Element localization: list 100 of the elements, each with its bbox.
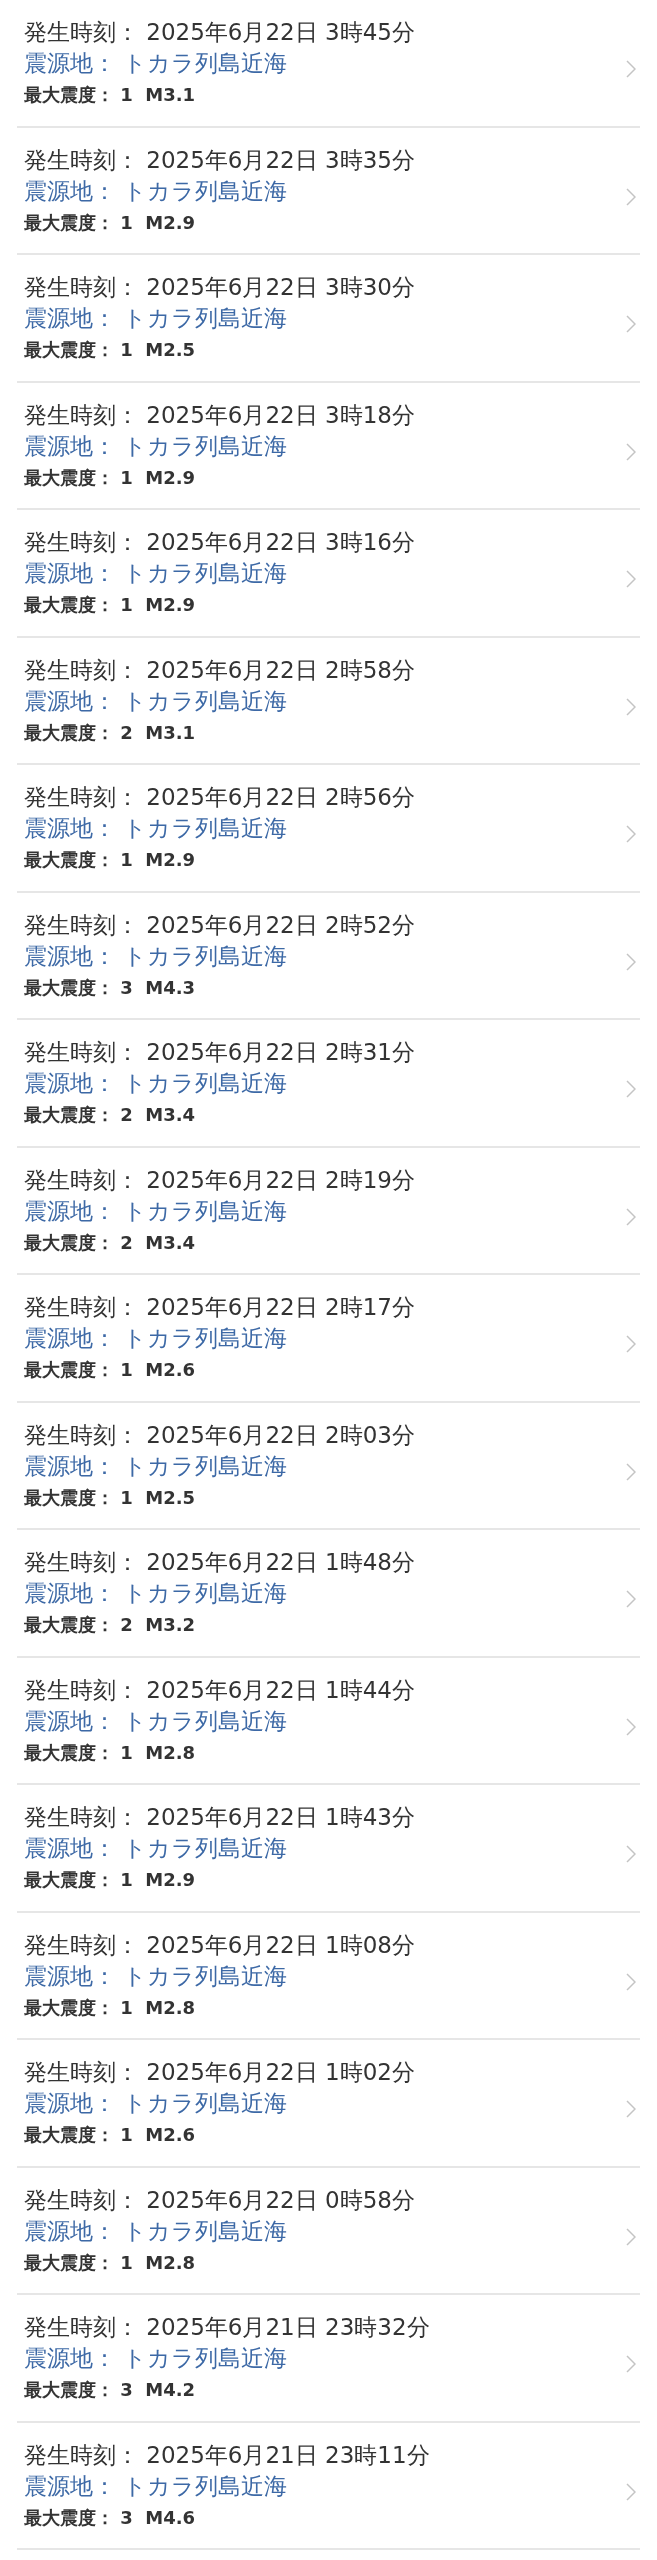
epicenter-text: 震源地： トカラ列島近海 xyxy=(24,1196,289,1226)
occurrence-time: 発生時刻： 2025年6月22日 2時19分 xyxy=(24,1165,416,1195)
intensity-magnitude: 最大震度： 1 M3.1 xyxy=(24,83,197,107)
epicenter-text: 震源地： トカラ列島近海 xyxy=(24,686,289,716)
occurrence-time: 発生時刻： 2025年6月22日 2時58分 xyxy=(24,655,416,685)
chevron-right-icon xyxy=(626,187,636,206)
chevron-right-icon xyxy=(626,1207,636,1226)
occurrence-time: 発生時刻： 2025年6月21日 23時32分 xyxy=(24,2313,431,2342)
chevron-right-icon xyxy=(626,315,636,333)
earthquake-list-item[interactable]: 発生時刻： 2025年6月22日 1時08分 震源地： トカラ列島近海 最大震度： 1 M2.8 xyxy=(17,1912,640,2040)
earthquake-list-item[interactable]: 発生時刻： 2025年6月22日 1時48分 震源地： トカラ列島近海 最大震度： 2 M3.2 xyxy=(17,1530,640,1658)
chevron-right-icon xyxy=(626,1972,636,1991)
earthquake-list-item[interactable]: 発生時刻： 2025年6月22日 2時19分 震源地： トカラ列島近海 最大震度： 2 M3.4 xyxy=(17,1147,640,1275)
earthquake-list-item[interactable]: 発生時刻： 2025年6月22日 2時52分 震源地： トカラ列島近海 最大震度： 3 M4.3 xyxy=(17,892,640,1020)
intensity-magnitude: 最大震度： 1 M2.8 xyxy=(24,2250,197,2275)
earthquake-list-item[interactable]: 発生時刻： 2025年6月22日 2時17分 震源地： トカラ列島近海 最大震度： 1 M2.6 xyxy=(17,1275,640,1403)
chevron-right-icon xyxy=(626,1080,636,1098)
epicenter-text: 震源地： トカラ列島近海 xyxy=(24,814,289,843)
occurrence-time: 発生時刻： 2025年6月22日 1時43分 xyxy=(24,1803,416,1832)
intensity-magnitude: 最大震度： 1 M2.9 xyxy=(24,210,197,235)
occurrence-time: 発生時刻： 2025年6月21日 23時11分 xyxy=(24,2440,431,2470)
epicenter-text: 震源地： トカラ列島近海 xyxy=(24,176,289,206)
epicenter-text: 震源地： トカラ列島近海 xyxy=(24,2471,289,2501)
earthquake-list-item[interactable]: 発生時刻： 2025年6月22日 1時02分 震源地： トカラ列島近海 最大震度： 1 M2.6 xyxy=(17,2040,640,2168)
occurrence-time: 発生時刻： 2025年6月22日 3時45分 xyxy=(24,18,416,47)
epicenter-text: 震源地： トカラ列島近海 xyxy=(24,49,289,78)
intensity-magnitude: 最大震度： 1 M2.8 xyxy=(24,1995,197,2020)
chevron-right-icon xyxy=(626,60,636,78)
intensity-magnitude: 最大震度： 1 M2.9 xyxy=(24,593,197,617)
chevron-right-icon xyxy=(626,952,636,971)
earthquake-list-item[interactable]: 発生時刻： 2025年6月22日 2時31分 震源地： トカラ列島近海 最大震度： 2 M3.4 xyxy=(17,1020,640,1148)
occurrence-time: 発生時刻： 2025年6月22日 3時16分 xyxy=(24,528,416,557)
epicenter-text: 震源地： トカラ列島近海 xyxy=(24,1451,289,1481)
chevron-right-icon xyxy=(626,2227,636,2246)
intensity-magnitude: 最大震度： 3 M4.6 xyxy=(24,2505,197,2530)
earthquake-list-item[interactable]: 発生時刻： 2025年6月22日 2時58分 震源地： トカラ列島近海 最大震度： 2 M3.1 xyxy=(17,637,640,765)
intensity-magnitude: 最大震度： 1 M2.8 xyxy=(24,1740,197,1765)
epicenter-text: 震源地： トカラ列島近海 xyxy=(24,1324,289,1353)
epicenter-text: 震源地： トカラ列島近海 xyxy=(24,1834,289,1863)
earthquake-list-item[interactable]: 発生時刻： 2025年6月21日 23時11分 震源地： トカラ列島近海 最大震度： 3 M4.6 xyxy=(17,2422,640,2550)
earthquake-list-item[interactable]: 発生時刻： 2025年6月22日 3時18分 震源地： トカラ列島近海 最大震度： 1 M2.9 xyxy=(17,382,640,510)
occurrence-time: 発生時刻： 2025年6月22日 3時30分 xyxy=(24,273,416,302)
earthquake-list-item[interactable]: 発生時刻： 2025年6月22日 0時58分 震源地： トカラ列島近海 最大震度： 1 M2.8 xyxy=(17,2167,640,2295)
earthquake-list-item[interactable]: 発生時刻： 2025年6月22日 3時45分 震源地： トカラ列島近海 最大震度： 1 M3.1 xyxy=(17,0,640,128)
epicenter-text: 震源地： トカラ列島近海 xyxy=(24,559,289,588)
intensity-magnitude: 最大震度： 1 M2.9 xyxy=(24,1868,197,1892)
chevron-right-icon xyxy=(626,2355,636,2373)
earthquake-list-item[interactable]: 発生時刻： 2025年6月22日 3時30分 震源地： トカラ列島近海 最大震度： 1 M2.5 xyxy=(17,255,640,383)
intensity-magnitude: 最大震度： 1 M2.6 xyxy=(24,2123,197,2147)
epicenter-text: 震源地： トカラ列島近海 xyxy=(24,1706,289,1736)
occurrence-time: 発生時刻： 2025年6月22日 2時56分 xyxy=(24,783,416,812)
epicenter-text: 震源地： トカラ列島近海 xyxy=(24,2344,289,2373)
occurrence-time: 発生時刻： 2025年6月22日 2時17分 xyxy=(24,1293,416,1322)
epicenter-text: 震源地： トカラ列島近海 xyxy=(24,1961,289,1991)
epicenter-text: 震源地： トカラ列島近海 xyxy=(24,431,289,461)
occurrence-time: 発生時刻： 2025年6月22日 2時03分 xyxy=(24,1420,416,1450)
occurrence-time: 発生時刻： 2025年6月22日 2時52分 xyxy=(24,910,416,940)
earthquake-list-item[interactable]: 発生時刻： 2025年6月22日 2時56分 震源地： トカラ列島近海 最大震度： 1 M2.9 xyxy=(17,765,640,893)
chevron-right-icon xyxy=(626,442,636,461)
chevron-right-icon xyxy=(626,697,636,716)
epicenter-text: 震源地： トカラ列島近海 xyxy=(24,1579,289,1608)
earthquake-list-item[interactable]: 発生時刻： 2025年6月22日 1時43分 震源地： トカラ列島近海 最大震度： 1 M2.9 xyxy=(17,1785,640,1913)
epicenter-text: 震源地： トカラ列島近海 xyxy=(24,1069,289,1098)
chevron-right-icon xyxy=(626,1335,636,1353)
chevron-right-icon xyxy=(626,825,636,843)
intensity-magnitude: 最大震度： 2 M3.4 xyxy=(24,1103,197,1127)
intensity-magnitude: 最大震度： 2 M3.4 xyxy=(24,1230,197,1255)
occurrence-time: 発生時刻： 2025年6月22日 0時58分 xyxy=(24,2185,416,2215)
epicenter-text: 震源地： トカラ列島近海 xyxy=(24,2216,289,2246)
intensity-magnitude: 最大震度： 3 M4.3 xyxy=(24,975,197,1000)
occurrence-time: 発生時刻： 2025年6月22日 1時02分 xyxy=(24,2058,416,2087)
earthquake-list-item[interactable]: 発生時刻： 2025年6月22日 1時44分 震源地： トカラ列島近海 最大震度： 1 M2.8 xyxy=(17,1657,640,1785)
chevron-right-icon xyxy=(626,1845,636,1863)
intensity-magnitude: 最大震度： 2 M3.1 xyxy=(24,720,197,745)
intensity-magnitude: 最大震度： 3 M4.2 xyxy=(24,2378,197,2402)
earthquake-list-item[interactable]: 発生時刻： 2025年6月22日 2時03分 震源地： トカラ列島近海 最大震度： 1 M2.5 xyxy=(17,1402,640,1530)
occurrence-time: 発生時刻： 2025年6月22日 3時35分 xyxy=(24,145,416,175)
intensity-magnitude: 最大震度： 1 M2.9 xyxy=(24,848,197,872)
chevron-right-icon xyxy=(626,1590,636,1608)
occurrence-time: 発生時刻： 2025年6月22日 1時48分 xyxy=(24,1548,416,1577)
epicenter-text: 震源地： トカラ列島近海 xyxy=(24,2089,289,2118)
intensity-magnitude: 最大震度： 2 M3.2 xyxy=(24,1613,197,1637)
epicenter-text: 震源地： トカラ列島近海 xyxy=(24,941,289,971)
earthquake-list-item[interactable]: 発生時刻： 2025年6月22日 3時35分 震源地： トカラ列島近海 最大震度： 1 M2.9 xyxy=(17,127,640,255)
occurrence-time: 発生時刻： 2025年6月22日 3時18分 xyxy=(24,400,416,430)
chevron-right-icon xyxy=(626,1717,636,1736)
chevron-right-icon xyxy=(626,1462,636,1481)
earthquake-list-item[interactable]: 発生時刻： 2025年6月22日 3時16分 震源地： トカラ列島近海 最大震度： 1 M2.9 xyxy=(17,510,640,638)
chevron-right-icon xyxy=(626,570,636,588)
chevron-right-icon xyxy=(626,2100,636,2118)
intensity-magnitude: 最大震度： 1 M2.9 xyxy=(24,465,197,490)
occurrence-time: 発生時刻： 2025年6月22日 1時08分 xyxy=(24,1930,416,1960)
intensity-magnitude: 最大震度： 1 M2.6 xyxy=(24,1358,197,1382)
occurrence-time: 発生時刻： 2025年6月22日 2時31分 xyxy=(24,1038,416,1067)
intensity-magnitude: 最大震度： 1 M2.5 xyxy=(24,338,197,362)
earthquake-list-item[interactable]: 発生時刻： 2025年6月21日 23時32分 震源地： トカラ列島近海 最大震度： 3 M4.2 xyxy=(17,2295,640,2423)
chevron-right-icon xyxy=(626,2482,636,2501)
intensity-magnitude: 最大震度： 1 M2.5 xyxy=(24,1485,197,1510)
epicenter-text: 震源地： トカラ列島近海 xyxy=(24,304,289,333)
occurrence-time: 発生時刻： 2025年6月22日 1時44分 xyxy=(24,1675,416,1705)
